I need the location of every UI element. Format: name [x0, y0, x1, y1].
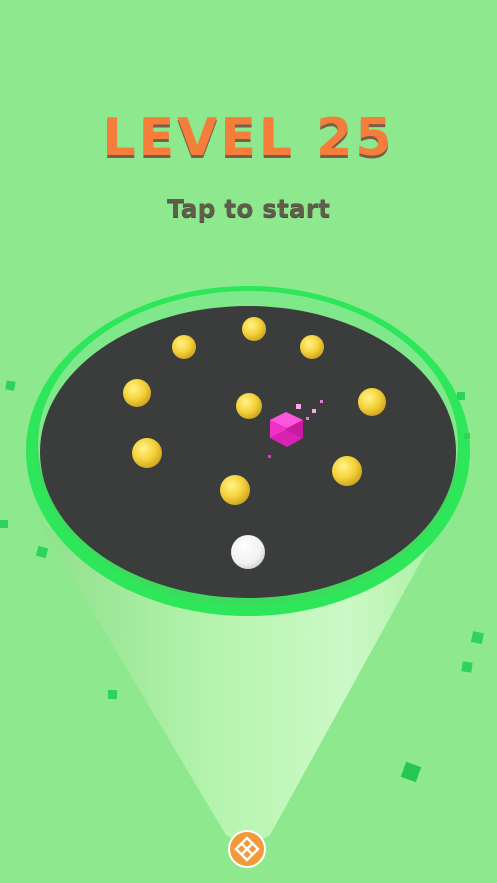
yellow-ball	[220, 475, 250, 505]
yellow-ball	[242, 317, 266, 341]
yellow-ball	[332, 456, 362, 486]
level-title: LEVEL 25	[102, 108, 395, 168]
yellow-ball	[358, 388, 386, 416]
white-ball	[231, 535, 265, 569]
yellow-ball	[300, 335, 324, 359]
yellow-ball	[172, 335, 196, 359]
yellow-ball	[132, 438, 162, 468]
logo-diamond-icon	[234, 836, 260, 862]
tap-to-start-hint[interactable]: Tap to start	[0, 194, 497, 223]
yellow-ball	[123, 379, 151, 407]
game-scene[interactable]: LEVEL 25 Tap to start	[0, 0, 497, 883]
yellow-ball	[236, 393, 262, 419]
brand-logo-icon[interactable]	[228, 830, 266, 868]
